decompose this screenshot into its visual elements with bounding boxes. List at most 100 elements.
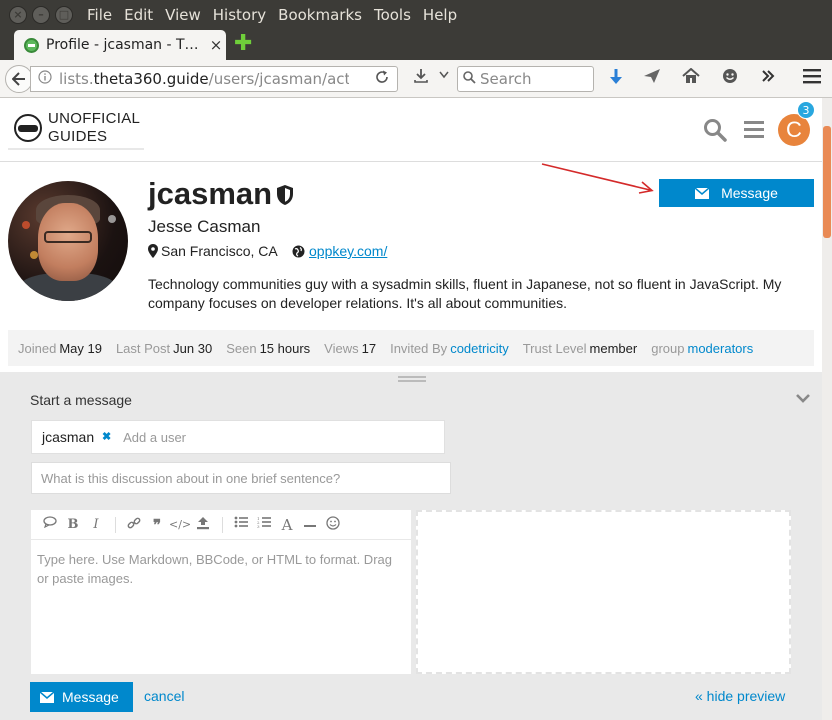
notification-badge[interactable]: 3 [797, 101, 815, 119]
hide-preview-link[interactable]: « hide preview [695, 688, 785, 704]
link-icon[interactable] [123, 516, 145, 534]
site-search-icon[interactable] [703, 118, 727, 142]
inviter-link[interactable]: codetricity [450, 341, 509, 356]
hamburger-menu-icon[interactable] [801, 68, 823, 88]
message-button-label: Message [721, 185, 778, 201]
stat-last-post: Last Post Jun 30 [115, 340, 213, 356]
site-header: UNOFFICIAL GUIDES C 3 [0, 98, 822, 162]
heading-icon[interactable]: A [276, 516, 298, 534]
bold-icon[interactable]: B [62, 516, 84, 534]
window-controls: × – □ [9, 6, 73, 24]
menu-bookmarks[interactable]: Bookmarks [272, 6, 368, 24]
send-icon[interactable] [641, 68, 663, 88]
navigation-toolbar: lists.theta360.guide/users/jcasman/acti … [0, 60, 832, 98]
menu-history[interactable]: History [207, 6, 272, 24]
tab-title: Profile - jcasman - T… [46, 37, 199, 53]
remove-recipient-icon[interactable]: ✖ [100, 430, 114, 444]
stat-trust-level: Trust Level member [522, 340, 638, 356]
menu-edit[interactable]: Edit [118, 6, 159, 24]
profile-photo [8, 181, 128, 301]
map-pin-icon [148, 244, 158, 258]
logo-line2: GUIDES [48, 128, 108, 145]
italic-icon[interactable]: I [85, 516, 107, 534]
search-icon [458, 70, 480, 88]
composer-resize-grip[interactable] [398, 376, 426, 382]
logo-mark-icon [14, 114, 42, 142]
stat-joined: Joined May 19 [18, 340, 102, 356]
message-editor[interactable]: Type here. Use Markdown, BBCode, or HTML… [31, 540, 411, 674]
user-profile: jcasman Jesse Casman San Francisco, CA o… [0, 162, 822, 372]
page-scrollbar[interactable] [822, 98, 832, 720]
logo-line1: UNOFFICIAL [48, 110, 141, 127]
menu-file[interactable]: File [81, 6, 118, 24]
moderator-shield-icon [277, 185, 293, 205]
recipient-field[interactable]: jcasman ✖ Add a user [31, 420, 445, 454]
url-domain: theta360.guide [93, 70, 209, 88]
topic-title-placeholder: What is this discussion about in one bri… [41, 470, 341, 486]
back-arrow-icon [11, 71, 25, 86]
profile-message-button[interactable]: Message [659, 179, 814, 207]
globe-icon [292, 245, 305, 257]
send-button-label: Message [62, 689, 119, 705]
blockquote-icon[interactable]: ❞ [146, 516, 168, 534]
numbered-list-icon[interactable]: 123 [253, 516, 275, 534]
page-viewport: UNOFFICIAL GUIDES C 3 jcasman Jesse Casma… [0, 98, 822, 720]
send-message-button[interactable]: Message [30, 682, 133, 712]
recipient-chip: jcasman [42, 429, 95, 445]
website-link[interactable]: oppkey.com/ [309, 243, 387, 259]
profile-username: jcasman [148, 176, 273, 211]
logo-divider [8, 148, 144, 150]
profile-website: oppkey.com/ [292, 243, 387, 259]
tab-strip: Profile - jcasman - T… × ✚ [0, 30, 832, 60]
back-button[interactable] [5, 64, 33, 93]
stat-invited-by: Invited By codetricity [390, 340, 509, 356]
collapse-chevron-icon[interactable] [795, 392, 811, 404]
quote-icon[interactable] [39, 515, 61, 534]
close-window-button[interactable]: × [9, 6, 27, 24]
menu-help[interactable]: Help [417, 6, 463, 24]
maximize-window-button[interactable]: □ [55, 6, 73, 24]
message-preview [416, 510, 791, 674]
horizontal-rule-icon[interactable] [299, 516, 321, 534]
cancel-link[interactable]: cancel [144, 688, 184, 704]
tab-close-icon[interactable]: × [206, 36, 226, 54]
editor-toolbar: B I ❞ </> 123 A [31, 510, 411, 540]
composer-title: Start a message [30, 392, 132, 408]
url-bar[interactable]: lists.theta360.guide/users/jcasman/acti [30, 66, 398, 92]
location-text: San Francisco, CA [161, 243, 278, 259]
search-field[interactable]: Search [457, 66, 594, 92]
reload-icon[interactable] [375, 70, 389, 88]
scrollbar-thumb[interactable] [823, 126, 831, 238]
minimize-window-button[interactable]: – [32, 6, 50, 24]
home-icon[interactable] [680, 67, 702, 88]
new-tab-icon[interactable]: ✚ [234, 33, 252, 55]
profile-location: San Francisco, CA [148, 243, 278, 259]
site-logo[interactable]: UNOFFICIAL GUIDES [14, 110, 140, 146]
app-menu: File Edit View History Bookmarks Tools H… [81, 6, 463, 24]
url-path: /users/jcasman/acti [208, 70, 349, 88]
tab-profile[interactable]: Profile - jcasman - T… × [14, 30, 226, 60]
svg-text:3: 3 [257, 524, 260, 528]
window-menubar: × – □ File Edit View History Bookmarks T… [0, 0, 832, 30]
profile-full-name: Jesse Casman [148, 217, 261, 236]
group-link[interactable]: moderators [687, 341, 753, 356]
smiley-icon[interactable] [719, 68, 741, 88]
red-annotation-arrow-icon [541, 163, 654, 194]
site-menu-icon[interactable] [744, 121, 764, 142]
topic-title-input[interactable]: What is this discussion about in one bri… [31, 462, 451, 494]
menu-view[interactable]: View [159, 6, 207, 24]
code-icon[interactable]: </> [169, 516, 191, 534]
downloads-dropdown-icon[interactable] [433, 71, 455, 82]
search-placeholder: Search [480, 70, 532, 88]
menu-tools[interactable]: Tools [368, 6, 417, 24]
url-prefix: lists. [59, 70, 94, 88]
upload-icon[interactable] [192, 516, 214, 534]
downloads-icon[interactable] [410, 68, 432, 88]
site-info-icon[interactable] [31, 70, 59, 88]
download-arrow-icon[interactable] [605, 68, 627, 90]
overflow-chevrons-icon[interactable] [757, 66, 779, 88]
stat-views: Views 17 [324, 340, 377, 356]
emoji-icon[interactable] [322, 515, 344, 534]
bullet-list-icon[interactable] [230, 516, 252, 534]
url-text[interactable]: lists.theta360.guide/users/jcasman/acti [59, 70, 349, 88]
